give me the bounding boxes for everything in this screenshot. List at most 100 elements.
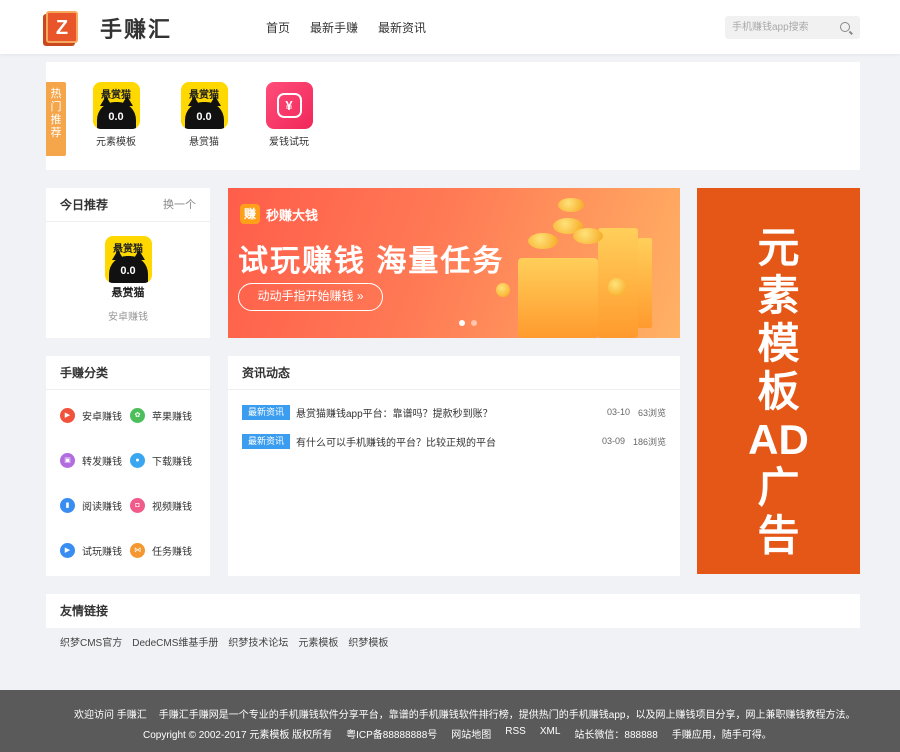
gold-coin-icon (573, 228, 603, 244)
gold-coin-icon (496, 283, 510, 297)
slider-dot[interactable] (459, 320, 465, 326)
friend-link[interactable]: 织梦模板 (348, 634, 388, 649)
yuan-coin-icon: ¥ (265, 82, 313, 129)
footer-xml[interactable]: XML (540, 726, 561, 741)
search-box (725, 16, 860, 39)
gold-coin-icon (528, 233, 558, 249)
panel-title: 手赚分类 (46, 356, 210, 390)
footer-slogan: 手赚应用，随手可得。 (671, 730, 772, 741)
cat-app-icon: 悬赏猫 0.0 (92, 82, 140, 129)
ad-text: 元 素 模 板 AD 广 告 (748, 224, 809, 559)
footer-copyright: Copyright © 2002-2017 元素模板 版权所有 (143, 730, 333, 741)
search-input[interactable] (725, 16, 830, 39)
today-recommend-panel: 今日推荐 换一个 悬赏猫 0.0 悬赏猫 安卓赚钱 (46, 188, 210, 338)
slider-dots (459, 320, 477, 326)
category-icon: ✿ (130, 408, 145, 423)
category-label: 视频赚钱 (152, 502, 192, 513)
category-item[interactable]: ▶ 安卓赚钱 (60, 408, 130, 423)
footer-desc: 手赚汇手赚网是一个专业的手机赚钱软件分享平台，靠谱的手机赚钱软件排行榜，提供热门… (158, 710, 856, 721)
categories-panel: 手赚分类 ▶ 安卓赚钱 ✿ 苹果赚钱 ▣ 转发赚钱 ● 下载赚钱 ▮ 阅读赚钱 ◘ 视频赚钱 ▶ 试玩赚钱… (46, 356, 210, 576)
category-item[interactable]: ▣ 转发赚钱 (60, 453, 130, 468)
hot-item-label: 元素模板 (96, 137, 136, 148)
hot-item-label: 悬赏猫 (189, 137, 219, 148)
panel-title: 资讯动态 (228, 356, 680, 390)
category-icon: ◘ (130, 498, 145, 513)
category-label: 任务赚钱 (152, 547, 192, 558)
category-item[interactable]: ◘ 视频赚钱 (130, 498, 200, 513)
category-item[interactable]: ▶ 试玩赚钱 (60, 543, 130, 558)
hot-recommend-tag: 热门推荐 (46, 82, 66, 156)
nav-home[interactable]: 首页 (266, 19, 290, 36)
nav-latest-earn[interactable]: 最新手赚 (310, 19, 358, 36)
hot-item[interactable]: ¥ 爱钱试玩 (259, 82, 319, 148)
category-item[interactable]: ✿ 苹果赚钱 (130, 408, 200, 423)
footer-intro: 欢迎访问 手赚汇 手赚汇手赚网是一个专业的手机赚钱软件分享平台，靠谱的手机赚钱软件… (74, 706, 855, 721)
friend-links-panel: 友情链接 (46, 594, 860, 628)
category-item[interactable]: ⋈ 任务赚钱 (130, 543, 200, 558)
category-icon: ⋈ (130, 543, 145, 558)
hot-item-label: 爱钱试玩 (269, 137, 309, 148)
category-item[interactable]: ▮ 阅读赚钱 (60, 498, 130, 513)
footer-welcome: 欢迎访问 手赚汇 (74, 710, 147, 721)
category-item[interactable]: ● 下载赚钱 (130, 453, 200, 468)
ad-banner[interactable]: 元 素 模 板 AD 广 告 (697, 188, 860, 574)
brand-logo-icon: 赚 (240, 204, 260, 224)
cat-app-icon: 悬赏猫 0.0 (104, 236, 152, 283)
footer-meta: Copyright © 2002-2017 元素模板 版权所有 粤ICP备888… (143, 726, 772, 741)
header: Z 手赚汇 首页 最新手赚 最新资讯 (0, 0, 900, 54)
banner-cta-button[interactable]: 动动手指开始赚钱 » (238, 283, 383, 311)
cat-app-icon: 悬赏猫 0.0 (180, 82, 228, 129)
category-label: 安卓赚钱 (82, 412, 122, 423)
panel-title: 今日推荐 换一个 (46, 188, 210, 222)
news-date: 03-09 (601, 436, 625, 446)
site-name[interactable]: 手赚汇 (100, 12, 172, 44)
footer: 欢迎访问 手赚汇 手赚汇手赚网是一个专业的手机赚钱软件分享平台，靠谱的手机赚钱软件… (0, 690, 900, 752)
news-tag: 最新资讯 (242, 404, 290, 420)
nav-latest-news[interactable]: 最新资讯 (378, 19, 426, 36)
news-row[interactable]: 最新资讯 悬赏猫赚钱app平台：靠谱吗？提款秒到账？ 03-10 63浏览 (242, 404, 666, 420)
banner-headline: 试玩赚钱 海量任务 (238, 245, 505, 278)
news-row[interactable]: 最新资讯 有什么可以手机赚钱的平台？比较正规的平台 03-09 186浏览 (242, 433, 666, 449)
footer-sitemap[interactable]: 网站地图 (451, 726, 491, 741)
category-label: 试玩赚钱 (82, 547, 122, 558)
app-category: 安卓赚钱 (108, 312, 148, 323)
hot-item[interactable]: 悬赏猫 0.0 元素模板 (86, 82, 146, 148)
category-label: 苹果赚钱 (152, 412, 192, 423)
stack-block-icon (638, 238, 652, 328)
banner-brand: 赚 秒赚大钱 (240, 204, 318, 224)
categories-grid: ▶ 安卓赚钱 ✿ 苹果赚钱 ▣ 转发赚钱 ● 下载赚钱 ▮ 阅读赚钱 ◘ 视频赚钱 ▶ 试玩赚钱 ⋈ 任务赚钱 (60, 408, 200, 558)
main-nav: 首页 最新手赚 最新资讯 (266, 19, 426, 36)
news-date: 03-10 (606, 407, 630, 417)
category-icon: ▣ (60, 453, 75, 468)
friend-link[interactable]: 织梦CMS官方 (60, 634, 122, 649)
news-views: 63浏览 (637, 407, 666, 418)
panel-title: 友情链接 (60, 604, 109, 618)
footer-icp[interactable]: 粤ICP备88888888号 (346, 726, 437, 741)
category-label: 下载赚钱 (152, 457, 192, 468)
recommended-app[interactable]: 悬赏猫 0.0 悬赏猫 安卓赚钱 (46, 236, 210, 323)
slider-dot[interactable] (471, 320, 477, 326)
news-title[interactable]: 有什么可以手机赚钱的平台？比较正规的平台 (296, 434, 602, 449)
hot-recommend: 热门推荐 悬赏猫 0.0 元素模板 悬赏猫 0.0 悬赏猫 ¥ 爱钱试玩 (46, 62, 860, 170)
banner-slider[interactable]: 赚 秒赚大钱 试玩赚钱 海量任务 动动手指开始赚钱 » (228, 188, 680, 338)
category-label: 转发赚钱 (82, 457, 122, 468)
friend-link[interactable]: DedeCMS维基手册 (132, 634, 218, 649)
shuffle-button[interactable]: 换一个 (163, 188, 196, 222)
friend-link[interactable]: 元素模板 (298, 634, 338, 649)
friend-links: 织梦CMS官方 DedeCMS维基手册 织梦技术论坛 元素模板 织梦模板 (60, 634, 388, 649)
logo-icon[interactable]: Z (46, 11, 78, 43)
category-label: 阅读赚钱 (82, 502, 122, 513)
news-title[interactable]: 悬赏猫赚钱app平台：靠谱吗？提款秒到账？ (296, 405, 607, 420)
news-tag: 最新资讯 (242, 433, 290, 449)
category-icon: ▶ (60, 543, 75, 558)
gold-coin-icon (558, 198, 584, 212)
footer-wechat: 站长微信：888888 (574, 730, 658, 741)
hot-item[interactable]: 悬赏猫 0.0 悬赏猫 (174, 82, 234, 148)
friend-link[interactable]: 织梦技术论坛 (228, 634, 288, 649)
category-icon: ▮ (60, 498, 75, 513)
stack-block-icon (518, 258, 598, 338)
footer-rss[interactable]: RSS (505, 726, 526, 741)
search-icon[interactable] (840, 22, 850, 32)
category-icon: ● (130, 453, 145, 468)
app-name: 悬赏猫 (111, 287, 145, 299)
